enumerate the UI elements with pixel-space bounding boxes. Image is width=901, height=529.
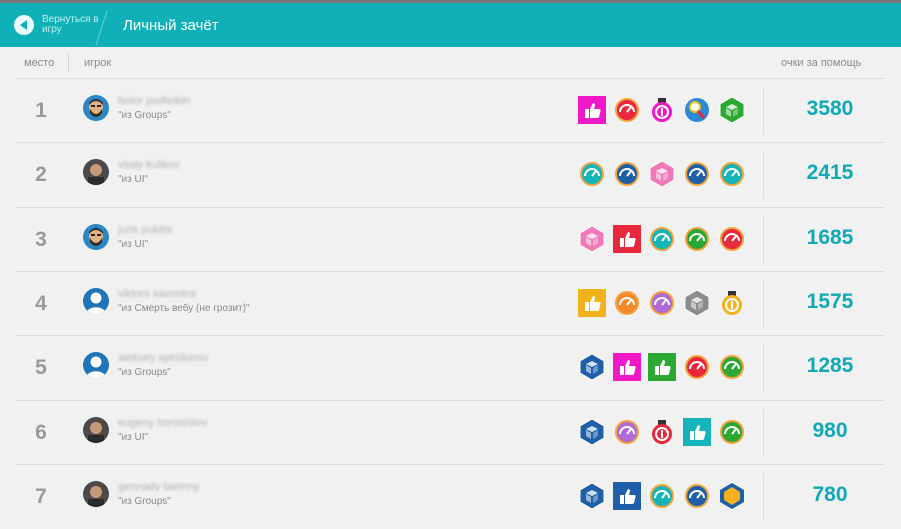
player-name[interactable]: gennady barinny bbox=[118, 481, 199, 493]
thumbs-up-yellow-icon[interactable] bbox=[578, 288, 606, 317]
column-separator bbox=[68, 54, 69, 72]
player-team: "из Смерть вебу (не грозит)" bbox=[118, 302, 250, 314]
leaderboard-row: 7 gennady barinny "из Groups" 780 bbox=[15, 463, 885, 529]
thumbs-up-red-icon[interactable] bbox=[613, 224, 641, 253]
gauge-purple-icon[interactable] bbox=[613, 418, 641, 446]
player-points: 980 bbox=[812, 418, 848, 442]
medal-red-icon[interactable] bbox=[648, 418, 676, 446]
player-team: "из Groups" bbox=[118, 110, 171, 121]
player-name[interactable]: juris pukitis bbox=[118, 224, 172, 236]
gauge-red-icon[interactable] bbox=[718, 225, 746, 253]
gauge-green-icon[interactable] bbox=[683, 225, 711, 253]
avatar-default[interactable] bbox=[83, 287, 109, 314]
cube-pink-icon[interactable] bbox=[578, 225, 606, 253]
gauge-green-icon[interactable] bbox=[718, 418, 746, 446]
thumbs-up-teal-icon[interactable] bbox=[683, 417, 711, 446]
thumbs-up-green-icon[interactable] bbox=[648, 353, 676, 382]
gauge-blue-icon[interactable] bbox=[683, 482, 711, 510]
column-player-header: игрок bbox=[84, 57, 112, 69]
column-separator bbox=[763, 408, 764, 457]
rank-number: 1 bbox=[35, 99, 47, 122]
column-separator bbox=[763, 87, 764, 135]
gauge-teal-icon[interactable] bbox=[648, 482, 676, 510]
leaderboard-row: 3 juris pukitis "из UI" 1685 bbox=[15, 206, 885, 272]
column-separator bbox=[763, 215, 764, 264]
avatar-beard[interactable] bbox=[83, 95, 109, 121]
player-team: "из Groups" bbox=[118, 367, 171, 379]
hexagon-yellow-icon[interactable] bbox=[718, 482, 746, 510]
magnifier-icon[interactable] bbox=[683, 96, 711, 124]
rank-number: 2 bbox=[35, 163, 47, 187]
page-title: Личный зачёт bbox=[123, 17, 219, 34]
player-team: "из UI" bbox=[118, 174, 149, 186]
rank-number: 6 bbox=[35, 420, 47, 444]
leaderboard-row: 1 fedor podtelkin "из Groups" 3580 bbox=[15, 78, 885, 143]
avatar-default[interactable] bbox=[83, 352, 109, 379]
player-points: 1575 bbox=[806, 289, 854, 313]
rank-number: 5 bbox=[35, 356, 47, 380]
avatar-photo[interactable] bbox=[83, 159, 109, 186]
column-place-header: место bbox=[24, 57, 55, 69]
player-team: "из UI" bbox=[118, 431, 149, 443]
player-name[interactable]: viktors savonins bbox=[118, 288, 196, 300]
column-points-header: очки за помощь bbox=[781, 57, 862, 69]
gauge-red-icon[interactable] bbox=[613, 96, 641, 124]
player-points: 1685 bbox=[806, 225, 854, 249]
player-name[interactable]: vitaly kulikov bbox=[118, 159, 180, 171]
thumbs-up-magenta-icon[interactable] bbox=[613, 353, 641, 382]
rank-number: 7 bbox=[35, 484, 47, 508]
cube-blue-icon[interactable] bbox=[578, 417, 606, 446]
back-arrow-icon[interactable] bbox=[14, 15, 34, 35]
gauge-blue-icon[interactable] bbox=[613, 160, 641, 188]
leaderboard-row: 6 eugeny horoshilov "из UI" 980 bbox=[15, 399, 885, 465]
cube-green-icon[interactable] bbox=[718, 96, 746, 124]
gauge-teal-icon[interactable] bbox=[718, 160, 746, 188]
player-points: 780 bbox=[812, 482, 848, 506]
gauge-blue-icon[interactable] bbox=[683, 160, 711, 188]
cube-pink-icon[interactable] bbox=[648, 160, 676, 188]
player-points: 3580 bbox=[806, 97, 854, 120]
gauge-teal-icon[interactable] bbox=[648, 225, 676, 253]
player-name[interactable]: eugeny horoshilov bbox=[118, 417, 207, 429]
player-points: 1285 bbox=[806, 354, 854, 378]
column-separator bbox=[763, 279, 764, 328]
column-separator bbox=[763, 151, 764, 200]
player-team: "из UI" bbox=[118, 238, 149, 250]
player-team: "из Groups" bbox=[118, 495, 171, 507]
gauge-teal-icon[interactable] bbox=[578, 160, 606, 188]
column-separator bbox=[763, 472, 764, 521]
medal-yellow-icon[interactable] bbox=[718, 289, 746, 317]
thumbs-up-blue-icon[interactable] bbox=[613, 481, 641, 510]
thumbs-up-magenta-icon[interactable] bbox=[578, 96, 606, 124]
avatar-beard[interactable] bbox=[83, 223, 109, 250]
player-name[interactable]: aleksey spiridonov bbox=[118, 352, 209, 364]
avatar-photo[interactable] bbox=[83, 480, 109, 507]
leaderboard-row: 2 vitaly kulikov "из UI" 2415 bbox=[15, 142, 885, 207]
back-to-game-link[interactable]: Вернуться в игру bbox=[42, 15, 102, 35]
column-separator bbox=[763, 344, 764, 393]
avatar-photo[interactable] bbox=[83, 416, 109, 443]
cube-blue-icon[interactable] bbox=[578, 353, 606, 381]
leaderboard-row: 4 viktors savonins "из Смерть вебу (не гро… bbox=[15, 270, 885, 336]
gauge-red-icon[interactable] bbox=[683, 353, 711, 381]
cube-blue-icon[interactable] bbox=[578, 482, 606, 510]
cube-gray-icon[interactable] bbox=[683, 289, 711, 317]
gauge-green-icon[interactable] bbox=[718, 353, 746, 381]
rank-number: 4 bbox=[35, 291, 47, 315]
app-header: Вернуться в игру Личный зачёт bbox=[0, 3, 901, 47]
player-points: 2415 bbox=[806, 161, 854, 185]
leaderboard-row: 5 aleksey spiridonov "из Groups" 1285 bbox=[15, 335, 885, 400]
medal-magenta-icon[interactable] bbox=[648, 96, 676, 124]
rank-number: 3 bbox=[35, 227, 47, 251]
player-name[interactable]: fedor podtelkin bbox=[118, 95, 190, 107]
gauge-orange-icon[interactable] bbox=[613, 289, 641, 317]
gauge-purple-icon[interactable] bbox=[648, 289, 676, 317]
